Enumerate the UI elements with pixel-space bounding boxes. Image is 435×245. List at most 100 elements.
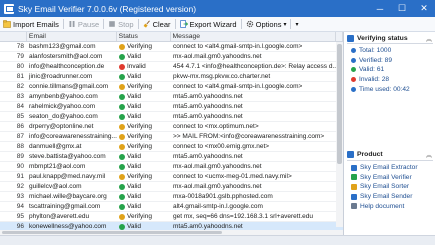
message-cell: mx-aol.mail.gm0.yahoodns.net [173,183,262,190]
row-number: 86 [16,123,24,130]
email-cell: guillelcv@aol.com [29,183,82,190]
table-row[interactable]: 82 connie.tillmans@gmail.com Verifying conn… [0,82,343,92]
status-cell: Verifying [117,122,171,131]
table-row[interactable]: 88 danmuell@gmx.at Verifying connect to <mx… [0,142,343,152]
table-row[interactable]: 85 seaton_do@yahoo.com Valid mta5.am0.yahoo… [0,112,343,122]
table-row[interactable]: 94 tscattraining@gmail.com Valid alt4.gmail… [0,202,343,212]
message-cell: alt4.gmail-smtp-in.l.google.com [173,203,263,210]
stat-label: Valid: 61 [359,66,385,74]
message-cell: connect to <mx.optimum.net> [173,123,259,130]
status-text: Verifying [127,142,152,150]
row-number-header [0,32,27,41]
table-row[interactable]: 93 michael.wille@baycare.org Valid mxa-0018… [0,192,343,202]
import-emails-label: Import Emails [13,19,59,29]
status-cell: Invalid [117,62,171,71]
table-row[interactable]: 79 alanfostersmith@aol.com Valid mx-aol.mai… [0,52,343,62]
email-cell: connie.tillmans@gmail.com [29,83,109,90]
status-text: Valid [127,52,141,60]
pause-button[interactable]: Pause [65,18,102,31]
check-icon [119,93,125,100]
status-column-header[interactable]: Status [117,32,171,41]
status-cell: Valid [117,52,171,61]
product-link[interactable]: Sky Email Extractor [347,163,433,173]
stat-dot-icon [351,77,356,83]
status-text: Valid [127,152,141,160]
status-text: Valid [127,182,141,190]
row-number: 93 [16,193,24,200]
toolbar-divider [137,19,139,29]
export-icon [179,20,188,28]
table-row[interactable]: 86 drperry@optonline.net Verifying connect … [0,122,343,132]
collapse-icon[interactable]: ︽ [426,150,432,159]
toolbar-overflow-button[interactable]: ▾ [292,18,301,31]
table-row[interactable]: 81 jinic@roadrunner.com Valid pkvw-mx.msg.p… [0,72,343,82]
status-text: Valid [127,102,141,110]
email-cell: info@healthconception.de [29,63,105,70]
product-link[interactable]: Sky Email Sorter [347,182,433,192]
table-row[interactable]: 80 info@healthconception.de Invalid 454 4.7… [0,62,343,72]
check-icon [119,193,125,200]
close-button[interactable]: ✕ [413,0,435,17]
email-grid: Email Status Message 78 bashm123@gmail.co… [0,32,344,235]
verifying-status-header[interactable]: Verifying status ︽ [345,33,435,43]
check-icon [119,113,125,120]
table-row[interactable]: 92 guillelcv@aol.com Valid mx-aol.mail.gm0.… [0,182,343,192]
status-text: Verifying [127,122,152,130]
product-link[interactable]: Sky Email Verifier [347,173,433,183]
export-wizard-label: Export Wizard [189,19,237,29]
export-wizard-button[interactable]: Export Wizard [177,18,240,31]
email-cell: rahelmick@yahoo.com [29,103,96,110]
product-header[interactable]: Product ︽ [345,150,435,160]
options-menu-button[interactable]: Options ▾ [243,18,290,31]
table-row[interactable]: 84 rahelmick@yahoo.com Valid mta5.am0.yahoo… [0,102,343,112]
status-cell: Valid [117,152,171,161]
message-cell: mxa-0018a901.gslb.pphosted.com [173,193,273,200]
message-cell: 454 4.7.1 <info@healthconception.de>: Re… [173,63,337,70]
row-number: 94 [16,203,24,210]
status-text: Valid [127,192,141,200]
maximize-button[interactable]: ☐ [391,0,413,17]
email-cell: danmuell@gmx.at [29,143,82,150]
row-number: 95 [16,213,24,220]
table-row[interactable]: 90 mbmpt21@aol.com Valid mx-aol.mail.gm0.ya… [0,162,343,172]
table-row[interactable]: 91 paul.knapp@med.navy.mil Verifying connec… [0,172,343,182]
message-column-header[interactable]: Message [171,32,336,41]
product-label: Sky Email Verifier [360,173,412,181]
message-cell: get mx, seq=66 dns=192.168.3.1 srl+avere… [173,213,314,220]
message-cell: mx-aol.mail.gm0.yahoodns.net [173,163,262,170]
pending-icon [119,43,125,50]
horizontal-scroll-thumb[interactable] [2,231,222,234]
status-text: Verifying [127,82,152,90]
table-row[interactable]: 83 amynbenb@yahoo.com Valid mta5.am0.yahood… [0,92,343,102]
row-number: 90 [16,163,24,170]
stat-dot-icon [351,48,356,54]
status-stat-item: Invalid: 28 [347,75,433,85]
product-link[interactable]: Sky Email Sender [347,192,433,202]
collapse-icon[interactable]: ︽ [426,34,432,43]
product-label: Sky Email Sender [360,193,413,201]
vertical-scroll-thumb[interactable] [337,44,342,164]
email-column-header[interactable]: Email [27,32,117,41]
table-row[interactable]: 78 bashm123@gmail.com Verifying connect to … [0,42,343,52]
product-link[interactable]: Help document [347,201,433,211]
chevron-down-icon: ▾ [295,21,299,28]
table-row[interactable]: 89 steve.battista@yahoo.com Valid mta5.am0.… [0,152,343,162]
import-emails-button[interactable]: Import Emails [0,18,62,31]
table-row[interactable]: 87 info@coreawarenesstraining... Verifying… [0,132,343,142]
table-row[interactable]: 95 phylton@averett.edu Verifying get mx, se… [0,212,343,222]
row-number: 89 [16,153,24,160]
status-text: Valid [127,92,141,100]
app-mail-icon [4,3,14,14]
email-cell: michael.wille@baycare.org [29,193,107,200]
pending-icon [119,213,125,220]
email-cell: phylton@averett.edu [29,213,90,220]
email-cell: seaton_do@yahoo.com [29,113,98,120]
vertical-scrollbar[interactable] [336,42,343,227]
status-cell: Valid [117,162,171,171]
email-cell: paul.knapp@med.navy.mil [29,173,106,180]
stat-label: Time used: 00:42 [359,85,410,93]
clear-label: Clear [152,19,171,29]
minimize-button[interactable]: ─ [369,0,391,17]
clear-button[interactable]: Clear [140,18,174,31]
stop-button[interactable]: Stop [105,18,136,31]
